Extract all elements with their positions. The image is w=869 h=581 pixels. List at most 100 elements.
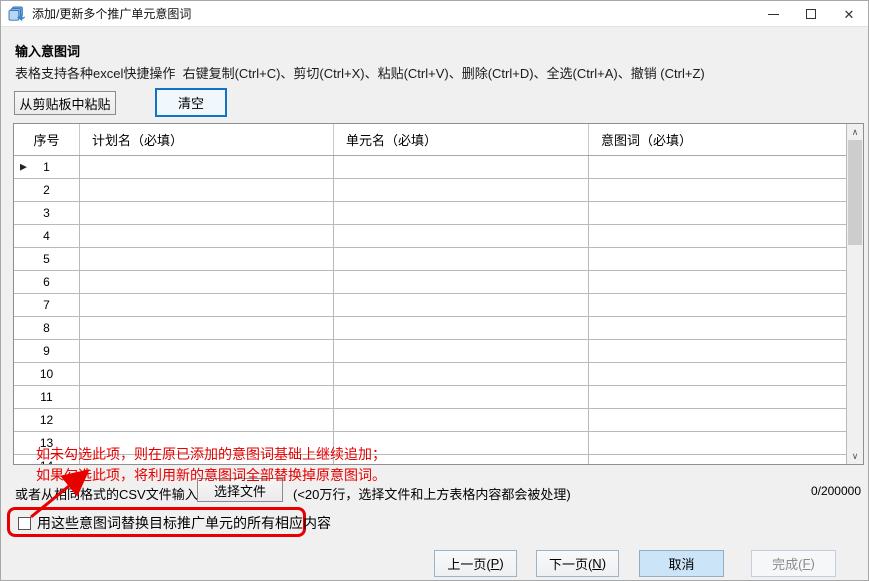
close-icon: ✕ <box>844 8 855 21</box>
row-header-cell[interactable]: 2 <box>14 179 80 202</box>
prev-accelerator: P <box>491 556 500 571</box>
dialog-window: 添加/更新多个推广单元意图词 ✕ 输入意图词 表格支持各种excel快捷操作 右… <box>0 0 869 581</box>
scroll-up-icon[interactable]: ∧ <box>847 124 863 140</box>
cell-intent[interactable] <box>589 202 846 225</box>
row-header-cell[interactable]: 5 <box>14 248 80 271</box>
minimize-icon <box>768 14 779 15</box>
replace-checkbox[interactable] <box>18 517 31 530</box>
column-header-unit: 单元名（必填） <box>334 124 589 155</box>
cell-intent[interactable] <box>589 432 846 455</box>
cell-plan[interactable] <box>80 363 334 386</box>
clear-button[interactable]: 清空 <box>155 88 227 117</box>
cell-unit[interactable] <box>334 317 589 340</box>
cell-intent[interactable] <box>589 156 846 179</box>
table-row[interactable]: 9 <box>14 340 846 363</box>
previous-page-button[interactable]: 上一页(P) <box>434 550 517 577</box>
cell-intent[interactable] <box>589 340 846 363</box>
table-row[interactable]: 8 <box>14 317 846 340</box>
scroll-down-icon[interactable]: ∨ <box>847 448 863 464</box>
cell-intent[interactable] <box>589 455 846 464</box>
cell-plan[interactable] <box>80 317 334 340</box>
cell-unit[interactable] <box>334 386 589 409</box>
minimize-button[interactable] <box>754 1 792 27</box>
table-row[interactable]: 5 <box>14 248 846 271</box>
cell-plan[interactable] <box>80 225 334 248</box>
finish-button[interactable]: 完成(F) <box>751 550 836 577</box>
intent-words-table[interactable]: 序号 计划名（必填） 单元名（必填） 意图词（必填） ▶1 2 3 4 56 7 89 10 1… <box>13 123 864 465</box>
table-row[interactable]: 12 <box>14 409 846 432</box>
next-label: 下一页( <box>549 554 592 573</box>
cell-unit[interactable] <box>334 179 589 202</box>
cell-unit[interactable] <box>334 248 589 271</box>
cell-intent[interactable] <box>589 386 846 409</box>
csv-hint: (<20万行，选择文件和上方表格内容都会被处理) <box>293 484 571 503</box>
row-header-cell[interactable]: 8 <box>14 317 80 340</box>
maximize-button[interactable] <box>792 1 830 27</box>
row-header-cell[interactable]: 6 <box>14 271 80 294</box>
row-number: 7 <box>43 298 50 312</box>
finish-accelerator: F <box>803 556 811 571</box>
cell-unit[interactable] <box>334 202 589 225</box>
row-number: 1 <box>43 160 50 174</box>
cell-unit[interactable] <box>334 271 589 294</box>
cell-plan[interactable] <box>80 202 334 225</box>
cancel-button[interactable]: 取消 <box>639 550 724 577</box>
grid-area: 序号 计划名（必填） 单元名（必填） 意图词（必填） ▶1 2 3 4 56 7 89 10 1… <box>14 124 846 464</box>
row-header-cell[interactable]: 3 <box>14 202 80 225</box>
table-row[interactable]: 7 <box>14 294 846 317</box>
cell-plan[interactable] <box>80 179 334 202</box>
table-row[interactable]: 11 <box>14 386 846 409</box>
cell-unit[interactable] <box>334 363 589 386</box>
row-header-cell[interactable]: 10 <box>14 363 80 386</box>
cell-intent[interactable] <box>589 294 846 317</box>
row-header-cell[interactable]: 4 <box>14 225 80 248</box>
table-row[interactable]: ▶1 <box>14 156 846 179</box>
cell-plan[interactable] <box>80 340 334 363</box>
table-row[interactable]: 10 <box>14 363 846 386</box>
table-row[interactable]: 3 <box>14 202 846 225</box>
table-header-row: 序号 计划名（必填） 单元名（必填） 意图词（必填） <box>14 124 846 156</box>
cell-plan[interactable] <box>80 294 334 317</box>
cell-plan[interactable] <box>80 271 334 294</box>
cell-unit[interactable] <box>334 294 589 317</box>
table-body: ▶1234567891011121314 <box>14 156 846 464</box>
table-row[interactable]: 4 <box>14 225 846 248</box>
row-header-cell[interactable]: 12 <box>14 409 80 432</box>
cell-intent[interactable] <box>589 363 846 386</box>
table-row[interactable]: 2 <box>14 179 846 202</box>
cell-plan[interactable] <box>80 409 334 432</box>
cell-unit[interactable] <box>334 409 589 432</box>
vertical-scrollbar[interactable]: ∧ ∨ <box>846 124 863 464</box>
close-button[interactable]: ✕ <box>830 1 868 27</box>
next-page-button[interactable]: 下一页(N) <box>536 550 619 577</box>
row-number: 2 <box>43 183 50 197</box>
cell-unit[interactable] <box>334 156 589 179</box>
column-header-index: 序号 <box>14 124 80 155</box>
app-icon <box>8 6 26 22</box>
table-row[interactable]: 6 <box>14 271 846 294</box>
cell-intent[interactable] <box>589 248 846 271</box>
paste-from-clipboard-button[interactable]: 从剪贴板中粘贴 <box>14 91 116 115</box>
cell-unit[interactable] <box>334 340 589 363</box>
row-counter: 0/200000 <box>811 484 861 498</box>
row-header-cell[interactable]: 9 <box>14 340 80 363</box>
row-header-cell[interactable]: 7 <box>14 294 80 317</box>
replace-option-row[interactable]: 用这些意图词替换目标推广单元的所有相应内容 <box>18 513 331 533</box>
cell-intent[interactable] <box>589 317 846 340</box>
row-header-cell[interactable]: 11 <box>14 386 80 409</box>
cell-intent[interactable] <box>589 179 846 202</box>
scrollbar-thumb[interactable] <box>848 140 862 245</box>
next-accelerator: N <box>592 556 601 571</box>
cell-unit[interactable] <box>334 225 589 248</box>
row-header-cell[interactable]: ▶1 <box>14 156 80 179</box>
row-number: 10 <box>40 367 53 381</box>
cell-intent[interactable] <box>589 225 846 248</box>
cell-intent[interactable] <box>589 409 846 432</box>
prev-label: 上一页( <box>447 554 490 573</box>
row-number: 4 <box>43 229 50 243</box>
cell-plan[interactable] <box>80 156 334 179</box>
cell-plan[interactable] <box>80 386 334 409</box>
cell-plan[interactable] <box>80 248 334 271</box>
replace-checkbox-label: 用这些意图词替换目标推广单元的所有相应内容 <box>37 513 331 533</box>
cell-intent[interactable] <box>589 271 846 294</box>
